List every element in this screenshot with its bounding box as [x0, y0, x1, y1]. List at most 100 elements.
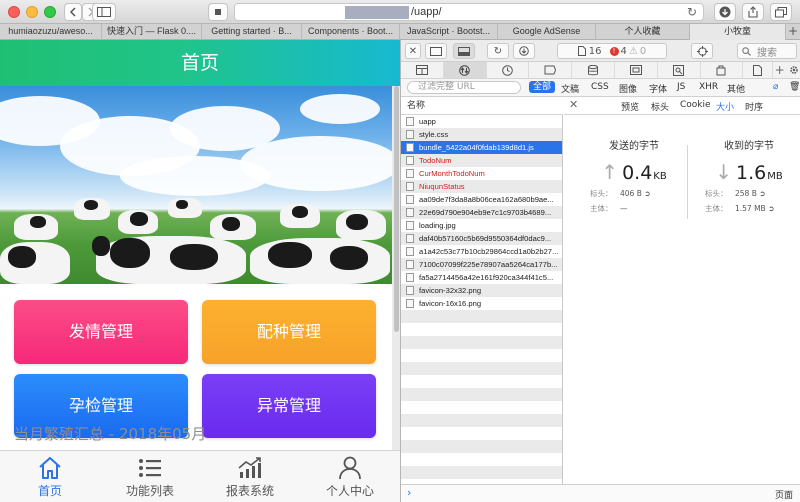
new-tab-button[interactable]: + — [786, 24, 800, 39]
share-button[interactable] — [742, 3, 764, 21]
filter-type-other[interactable]: 其他 — [727, 82, 745, 95]
resource-row[interactable]: aa09de7f3da8a8b06cea162a680b9ae... — [401, 193, 562, 206]
resource-row[interactable]: bundle_5422a04f0fdab139d8d1.js — [401, 141, 562, 154]
tab-debugger[interactable] — [529, 62, 573, 78]
browser-tab[interactable]: 快速入门 — Flask 0.... — [102, 24, 202, 40]
tab-audit[interactable] — [658, 62, 701, 78]
resource-list-header[interactable]: 名称 — [401, 97, 563, 115]
tab-storage[interactable] — [572, 62, 615, 78]
sidebar-button[interactable] — [92, 3, 116, 21]
reader-button[interactable] — [208, 3, 228, 21]
console-prompt-bar[interactable]: › 页面 — [401, 484, 800, 502]
browser-tab[interactable]: Getting started · B... — [202, 24, 302, 40]
dock-undocked-button[interactable] — [425, 43, 447, 59]
close-inspector-button[interactable]: ✕ — [405, 43, 421, 59]
browser-tab[interactable]: Google AdSense — [498, 24, 596, 40]
resource-row[interactable]: a1a42c53c77b10cb29864ccd1a0b2b27... — [401, 245, 562, 258]
resource-row[interactable]: NiuqunStatus — [401, 180, 562, 193]
browser-tab[interactable]: 个人收藏 — [596, 24, 690, 40]
show-tabs-button[interactable] — [770, 3, 792, 21]
resource-row[interactable]: loading.jpg — [401, 219, 562, 232]
bytes-received-title: 收到的字节 — [724, 141, 774, 152]
file-icon — [406, 195, 414, 204]
file-icon — [406, 247, 414, 256]
execution-context-select[interactable]: 页面 — [775, 488, 793, 501]
detail-tab-headers[interactable]: 标头 — [651, 100, 669, 113]
address-bar[interactable]: /uapp/ ↻ — [234, 3, 704, 21]
resource-row[interactable]: CurMonthTodoNum — [401, 167, 562, 180]
tab-elements[interactable] — [401, 62, 444, 78]
filter-type-documents[interactable]: 文稿 — [561, 82, 579, 95]
resource-row[interactable]: favicon-32x32.png — [401, 284, 562, 297]
tab-memory[interactable] — [615, 62, 658, 78]
go-to-icon[interactable]: ➲ — [768, 204, 774, 213]
filter-type-fonts[interactable]: 字体 — [649, 82, 667, 95]
tab-report-system[interactable]: 报表系统 — [200, 451, 300, 502]
detail-tab-size[interactable]: 大小 — [716, 100, 734, 113]
inspector-settings-button[interactable] — [786, 62, 800, 78]
bytes-received-unit: MB — [767, 171, 783, 182]
browser-tab[interactable]: Components · Boot... — [302, 24, 400, 40]
resource-counter[interactable]: 16 ! 4 ⚠ 0 — [557, 43, 667, 59]
reload-icon[interactable]: ↻ — [687, 5, 697, 19]
detail-tab-preview[interactable]: 预览 — [621, 100, 639, 113]
tab-network[interactable] — [443, 62, 487, 78]
tab-home[interactable]: 首页 — [0, 451, 100, 502]
tab-timelines[interactable] — [487, 62, 530, 78]
resource-row[interactable]: fa5a2714456a42e161f920ca344f41c5... — [401, 271, 562, 284]
arrow-up-icon: ↑ — [601, 160, 619, 184]
tab-function-list-label: 功能列表 — [125, 484, 174, 498]
resource-row[interactable]: favicon-16x16.png — [401, 297, 562, 310]
go-to-icon[interactable]: ➲ — [759, 189, 765, 198]
detail-tab-cookie[interactable]: Cookie — [680, 100, 711, 110]
tab-canvas[interactable] — [701, 62, 744, 78]
resource-row[interactable]: TodoNum — [401, 154, 562, 167]
resource-row[interactable]: 22e69d790e904eb9e7c1c9703b4689... — [401, 206, 562, 219]
zoom-window-button[interactable] — [44, 6, 56, 18]
resource-list: uapp style.css bundle_5422a04f0fdab139d8d1… — [401, 115, 563, 500]
app-scrollbar[interactable] — [392, 86, 400, 456]
close-detail-icon[interactable]: ✕ — [569, 98, 578, 111]
inspector-search-field[interactable]: 搜索 — [737, 43, 797, 59]
resource-row[interactable]: uapp — [401, 115, 562, 128]
resource-row[interactable]: daf40b57160c5b69d9550364df0dac9... — [401, 232, 562, 245]
abnormal-management-card[interactable]: 异常管理 — [202, 374, 376, 438]
back-button[interactable] — [64, 3, 82, 21]
file-icon — [406, 182, 414, 191]
download-archive-button[interactable] — [513, 43, 535, 59]
dock-bottom-icon — [458, 46, 470, 56]
tab-personal-center[interactable]: 个人中心 — [300, 451, 400, 502]
downloads-button[interactable] — [714, 3, 736, 21]
clear-log-icon[interactable]: ⌀ — [773, 82, 778, 92]
trash-icon[interactable]: 🗑 — [789, 82, 800, 92]
detail-tab-timing[interactable]: 时序 — [745, 100, 763, 113]
browser-tab[interactable]: humiaozuzu/aweso... — [0, 24, 102, 40]
filter-type-js[interactable]: JS — [677, 82, 685, 92]
user-icon — [339, 456, 361, 480]
url-filter-input[interactable]: 过滤完整 URL — [407, 81, 521, 94]
filter-type-xhr[interactable]: XHR — [699, 82, 718, 92]
resource-row[interactable]: style.css — [401, 128, 562, 141]
element-selection-button[interactable] — [691, 43, 713, 59]
search-icon — [742, 46, 751, 56]
url-text: /uapp/ — [411, 6, 442, 18]
tab-function-list[interactable]: 功能列表 — [100, 451, 200, 502]
browser-tab[interactable]: JavaScript · Bootst... — [400, 24, 498, 40]
resource-count: 16 — [588, 45, 602, 57]
add-tab-button[interactable]: + — [773, 62, 786, 78]
browser-tab-active[interactable]: 小牧童 — [690, 24, 786, 40]
breeding-management-card[interactable]: 配种管理 — [202, 300, 376, 364]
tab-resources[interactable] — [743, 62, 774, 78]
filter-type-css[interactable]: CSS — [591, 82, 609, 92]
estrus-management-card[interactable]: 发情管理 — [14, 300, 188, 364]
go-to-icon[interactable]: ➲ — [644, 189, 650, 198]
filter-type-all[interactable]: 全部 — [529, 81, 556, 93]
resource-name: favicon-32x32.png — [419, 286, 482, 295]
close-window-button[interactable] — [8, 6, 20, 18]
reload-page-button[interactable]: ↻ — [487, 43, 509, 59]
resource-row[interactable]: 7100c07099f225e78907aa5264ca177b... — [401, 258, 562, 271]
resource-name: bundle_5422a04f0fdab139d8d1.js — [419, 143, 534, 152]
minimize-window-button[interactable] — [26, 6, 38, 18]
dock-bottom-button[interactable] — [453, 43, 475, 59]
filter-type-images[interactable]: 图像 — [619, 82, 637, 95]
